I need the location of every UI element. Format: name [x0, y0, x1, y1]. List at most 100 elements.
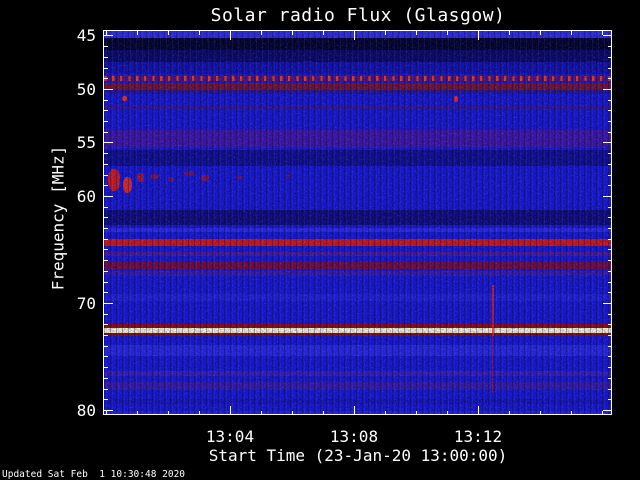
x-tick — [230, 406, 231, 415]
y-tick — [608, 367, 612, 368]
y-tick — [104, 324, 108, 325]
y-tick — [608, 346, 612, 347]
spectrogram-band — [104, 344, 612, 357]
rfi-blob — [168, 177, 175, 183]
spectrogram-band — [104, 271, 612, 277]
y-tick — [608, 324, 612, 325]
spectrogram-band — [104, 50, 612, 63]
y-tick — [104, 196, 113, 197]
x-tick — [230, 31, 231, 40]
y-tick — [104, 175, 108, 176]
spectrogram-band — [104, 251, 612, 256]
spectrogram-band — [104, 227, 612, 233]
y-tick — [104, 110, 108, 111]
y-tick — [608, 249, 612, 250]
spectrogram-band — [104, 399, 612, 404]
x-tick-label: 13:12 — [453, 427, 503, 446]
y-tick — [608, 132, 612, 133]
y-tick — [104, 356, 108, 357]
x-tick — [478, 31, 479, 40]
x-tick — [571, 31, 572, 35]
y-tick — [608, 260, 612, 261]
rfi-blob — [123, 177, 133, 194]
spectrogram-band — [104, 149, 612, 167]
x-tick — [168, 31, 169, 35]
x-tick — [168, 411, 169, 415]
y-tick — [608, 46, 612, 47]
y-tick — [608, 282, 612, 283]
y-tick — [104, 260, 108, 261]
y-tick — [104, 207, 108, 208]
x-tick-label: 13:08 — [329, 427, 379, 446]
y-tick — [104, 378, 108, 379]
y-tick — [603, 410, 612, 411]
x-tick — [571, 411, 572, 415]
spectrogram-band — [104, 209, 612, 226]
y-tick — [608, 335, 612, 336]
x-tick — [292, 411, 293, 415]
y-tick — [608, 239, 612, 240]
spectrogram-plot-area — [104, 31, 612, 415]
x-tick — [261, 411, 262, 415]
rfi-vertical-streak — [491, 336, 493, 393]
rfi-blob — [122, 95, 128, 101]
y-tick — [104, 78, 108, 79]
y-tick — [104, 410, 113, 411]
rfi-vertical-streak — [491, 284, 494, 337]
y-tick — [608, 389, 612, 390]
y-tick — [608, 378, 612, 379]
y-tick — [104, 271, 108, 272]
y-tick — [104, 57, 108, 58]
x-tick — [385, 411, 386, 415]
rfi-blob — [136, 173, 144, 183]
y-tick — [104, 153, 108, 154]
x-tick — [478, 406, 479, 415]
y-tick — [104, 228, 108, 229]
y-tick — [104, 367, 108, 368]
y-tick — [104, 164, 108, 165]
spectrogram-band — [104, 129, 612, 149]
y-tick — [603, 35, 612, 36]
y-tick — [608, 356, 612, 357]
x-tick — [292, 31, 293, 35]
rfi-blob — [149, 173, 159, 179]
spectrogram-band — [104, 332, 612, 337]
rfi-dot-row — [104, 75, 612, 81]
y-tick — [104, 100, 108, 101]
y-tick — [104, 68, 108, 69]
rfi-blob — [235, 174, 243, 179]
y-tick — [608, 78, 612, 79]
spectrogram-band — [104, 411, 612, 415]
spectrogram-band — [104, 261, 612, 270]
y-tick — [104, 121, 108, 122]
rfi-blob — [201, 175, 210, 182]
x-tick — [323, 411, 324, 415]
spectrogram-band — [104, 83, 612, 91]
y-tick — [608, 153, 612, 154]
x-tick-label: 13:04 — [205, 427, 255, 446]
y-tick — [603, 89, 612, 90]
y-tick — [104, 217, 108, 218]
x-tick — [323, 31, 324, 35]
y-tick — [104, 185, 108, 186]
y-tick — [603, 303, 612, 304]
y-tick — [608, 100, 612, 101]
y-tick — [608, 68, 612, 69]
x-tick — [540, 31, 541, 35]
spectrogram-band — [104, 329, 612, 332]
spectrogram-band — [104, 239, 612, 247]
y-tick — [104, 346, 108, 347]
spectrogram-band — [104, 62, 612, 74]
x-tick — [199, 31, 200, 35]
y-tick-label: 60 — [76, 186, 96, 206]
x-tick — [137, 411, 138, 415]
x-tick — [416, 31, 417, 35]
y-tick-label: 55 — [76, 133, 96, 153]
spectrogram-band — [104, 31, 612, 38]
y-tick — [608, 207, 612, 208]
x-tick — [385, 31, 386, 35]
spectrogram-band — [104, 105, 612, 110]
x-axis-label: Start Time (23-Jan-20 13:00:00) — [208, 446, 508, 465]
y-tick — [608, 399, 612, 400]
y-tick — [104, 314, 108, 315]
